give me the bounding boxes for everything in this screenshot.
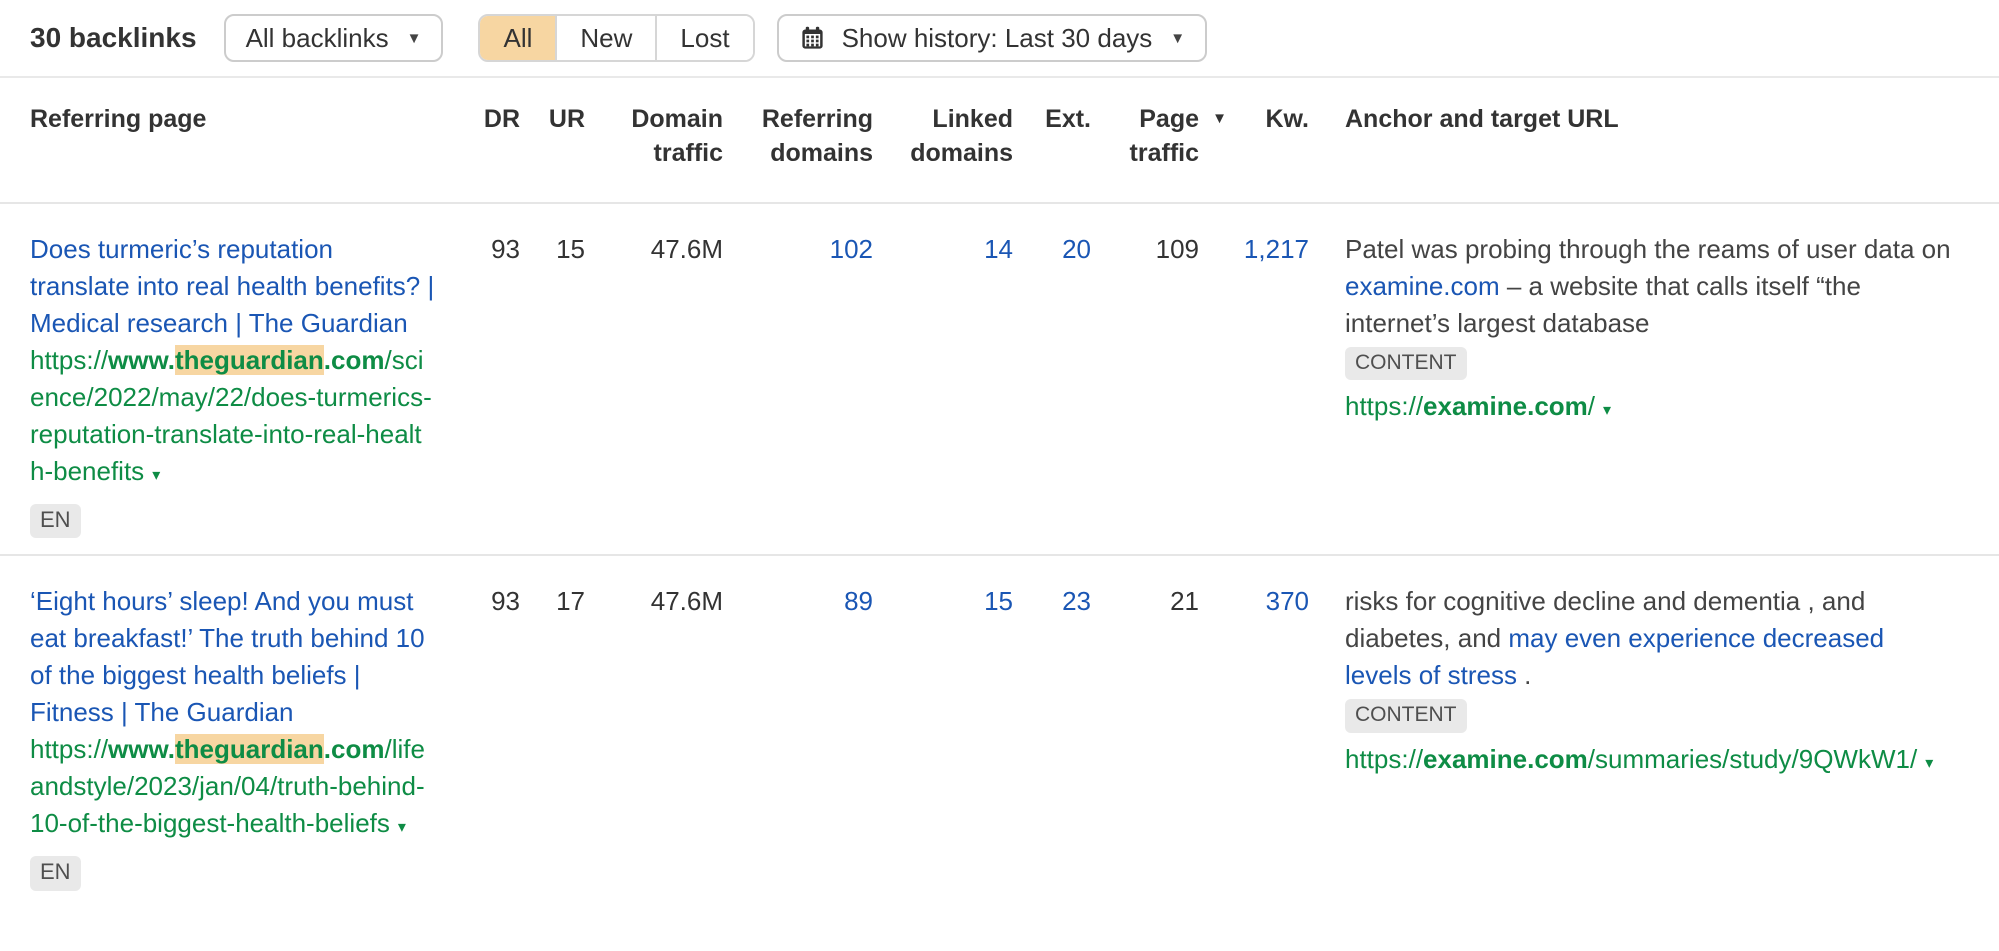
sort-desc-icon: ▼	[1212, 102, 1227, 136]
calendar-icon	[799, 25, 826, 52]
domain-traffic-value: 47.6M	[585, 556, 723, 906]
content-type-badge: CONTENT	[1345, 347, 1467, 380]
target-url-link[interactable]: https://examine.com/summaries/study/9QWk…	[1345, 741, 1951, 782]
segment-lost[interactable]: Lost	[655, 16, 752, 60]
target-url-link[interactable]: https://examine.com/▾	[1345, 388, 1951, 429]
column-header-ext[interactable]: Ext.	[1013, 78, 1091, 202]
linked-domains-link[interactable]: 14	[984, 234, 1013, 264]
column-header-ur[interactable]: UR	[520, 78, 585, 202]
column-header-dr[interactable]: DR	[455, 78, 520, 202]
backlinks-filter-label: All backlinks	[246, 23, 389, 54]
segment-all[interactable]: All	[480, 16, 555, 60]
anchor-text: risks for cognitive decline and dementia…	[1345, 583, 1951, 694]
referring-domains-link[interactable]: 89	[844, 586, 873, 616]
column-header-linked-domains[interactable]: Linked domains	[873, 78, 1013, 202]
domain-traffic-value: 47.6M	[585, 204, 723, 554]
column-header-anchor-target-url: Anchor and target URL	[1309, 78, 1999, 202]
ur-value: 15	[520, 204, 585, 554]
table-row: Does turmeric’s reputation translate int…	[0, 204, 1999, 554]
content-type-badge: CONTENT	[1345, 699, 1467, 732]
referring-page-cell: ‘Eight hours’ sleep! And you must eat br…	[30, 556, 455, 906]
table-row: ‘Eight hours’ sleep! And you must eat br…	[0, 554, 1999, 906]
url-options-caret-icon[interactable]: ▾	[398, 819, 406, 836]
referring-page-title-link[interactable]: Does turmeric’s reputation translate int…	[30, 231, 435, 342]
backlink-status-segmented-control: All New Lost	[478, 14, 754, 62]
ur-value: 17	[520, 556, 585, 906]
anchor-link[interactable]: examine.com	[1345, 271, 1500, 301]
dr-value: 93	[455, 204, 520, 554]
referring-page-title-link[interactable]: ‘Eight hours’ sleep! And you must eat br…	[30, 583, 435, 731]
anchor-text: Patel was probing through the reams of u…	[1345, 231, 1951, 342]
linked-domains-link[interactable]: 15	[984, 586, 1013, 616]
column-header-referring-page: Referring page	[30, 78, 455, 202]
referring-page-url-link[interactable]: https://www.theguardian.com/lifeandstyle…	[30, 731, 435, 846]
column-header-domain-traffic[interactable]: Domain traffic	[585, 78, 723, 202]
backlinks-filter-dropdown[interactable]: All backlinks ▼	[224, 14, 444, 62]
anchor-and-target-cell: risks for cognitive decline and dementia…	[1309, 556, 1999, 906]
kw-link[interactable]: 370	[1266, 586, 1309, 616]
highlighted-domain: theguardian	[175, 734, 324, 764]
referring-page-url-link[interactable]: https://www.theguardian.com/science/2022…	[30, 342, 435, 494]
page-traffic-value: 21	[1091, 556, 1199, 906]
url-options-caret-icon[interactable]: ▾	[1603, 402, 1611, 419]
table-header: Referring page DR UR Domain traffic Refe…	[0, 78, 1999, 204]
page-traffic-value: 109	[1091, 204, 1199, 554]
language-badge: EN	[30, 504, 81, 538]
show-history-dropdown[interactable]: Show history: Last 30 days ▼	[777, 14, 1208, 62]
column-header-kw[interactable]: Kw.	[1199, 78, 1309, 202]
referring-page-cell: Does turmeric’s reputation translate int…	[30, 204, 455, 554]
segment-new[interactable]: New	[555, 16, 655, 60]
kw-link[interactable]: 1,217	[1244, 234, 1309, 264]
ext-link[interactable]: 20	[1062, 234, 1091, 264]
url-options-caret-icon[interactable]: ▾	[1925, 755, 1933, 772]
chevron-down-icon: ▼	[407, 30, 422, 47]
chevron-down-icon: ▼	[1170, 30, 1185, 47]
column-header-page-traffic[interactable]: Page ▼ traffic	[1091, 78, 1199, 202]
column-header-referring-domains[interactable]: Referring domains	[723, 78, 873, 202]
backlinks-toolbar: 30 backlinks All backlinks ▼ All New Los…	[0, 0, 1999, 78]
show-history-label: Show history: Last 30 days	[842, 23, 1153, 54]
highlighted-domain: theguardian	[175, 345, 324, 375]
dr-value: 93	[455, 556, 520, 906]
anchor-and-target-cell: Patel was probing through the reams of u…	[1309, 204, 1999, 554]
language-badge: EN	[30, 856, 81, 890]
ext-link[interactable]: 23	[1062, 586, 1091, 616]
referring-domains-link[interactable]: 102	[830, 234, 873, 264]
url-options-caret-icon[interactable]: ▾	[152, 467, 160, 484]
backlinks-count: 30 backlinks	[30, 22, 197, 54]
